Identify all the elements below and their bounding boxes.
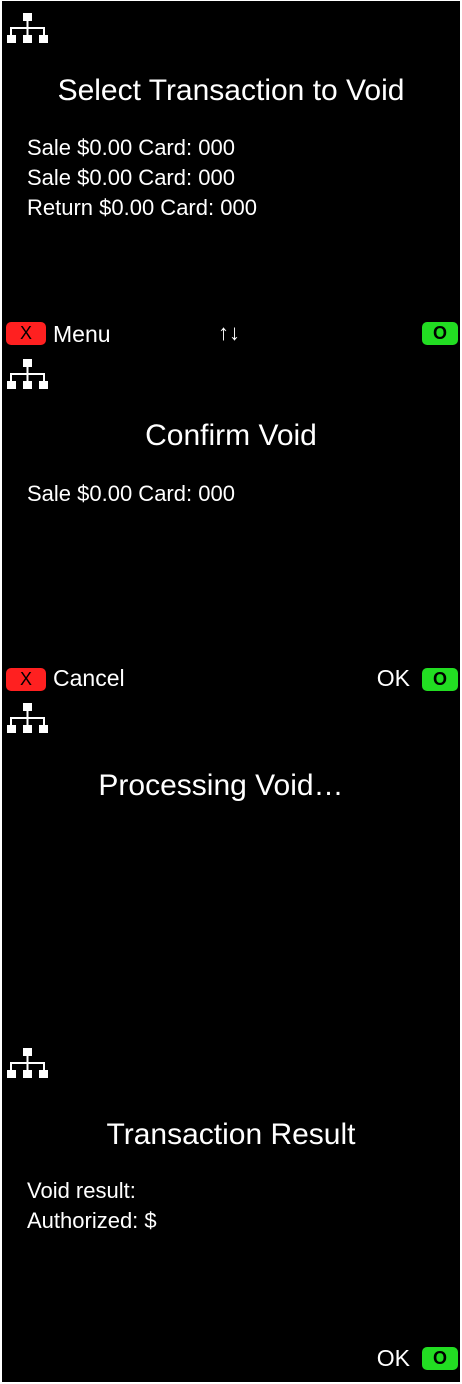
confirm-void-screen: Confirm Void Sale $0.00 Card: 000 X Canc… (2, 351, 460, 696)
page-title: Confirm Void (145, 419, 317, 452)
ok-label: OK (376, 665, 410, 691)
network-tree-icon (6, 357, 52, 393)
network-tree-icon (6, 701, 52, 737)
network-tree-icon (6, 1046, 52, 1082)
confirm-key[interactable]: O (422, 668, 458, 691)
result-details: Void result: Authorized: $ (27, 1176, 157, 1236)
page-title: Processing Void… (98, 769, 344, 802)
cancel-key[interactable]: X (6, 322, 46, 345)
page-title: Transaction Result (106, 1118, 356, 1151)
transaction-list: Sale $0.00 Card: 000 Sale $0.00 Card: 00… (27, 133, 257, 223)
menu-label: Menu (53, 321, 111, 347)
list-item[interactable]: Return $0.00 Card: 000 (27, 193, 257, 223)
select-void-screen: Select Transaction to Void Sale $0.00 Ca… (2, 1, 460, 351)
confirm-key[interactable]: O (422, 322, 458, 345)
scroll-arrows-icon: ↑↓ (218, 320, 240, 345)
cancel-label: Cancel (53, 665, 125, 691)
authorized-line: Authorized: $ (27, 1208, 157, 1233)
list-item[interactable]: Sale $0.00 Card: 000 (27, 133, 257, 163)
transaction-result-screen: Transaction Result Void result: Authoriz… (2, 1041, 460, 1382)
page-title: Select Transaction to Void (57, 74, 405, 107)
processing-void-screen: Processing Void… (2, 696, 460, 1041)
cancel-key[interactable]: X (6, 668, 46, 691)
ok-label: OK (376, 1345, 410, 1371)
network-tree-icon (6, 11, 52, 47)
void-result-line: Void result: (27, 1178, 136, 1203)
transaction-list: Sale $0.00 Card: 000 (27, 479, 235, 509)
confirm-key[interactable]: O (422, 1347, 458, 1370)
list-item[interactable]: Sale $0.00 Card: 000 (27, 163, 257, 193)
list-item: Sale $0.00 Card: 000 (27, 481, 235, 506)
terminal-display-stack: Select Transaction to Void Sale $0.00 Ca… (2, 1, 460, 1382)
